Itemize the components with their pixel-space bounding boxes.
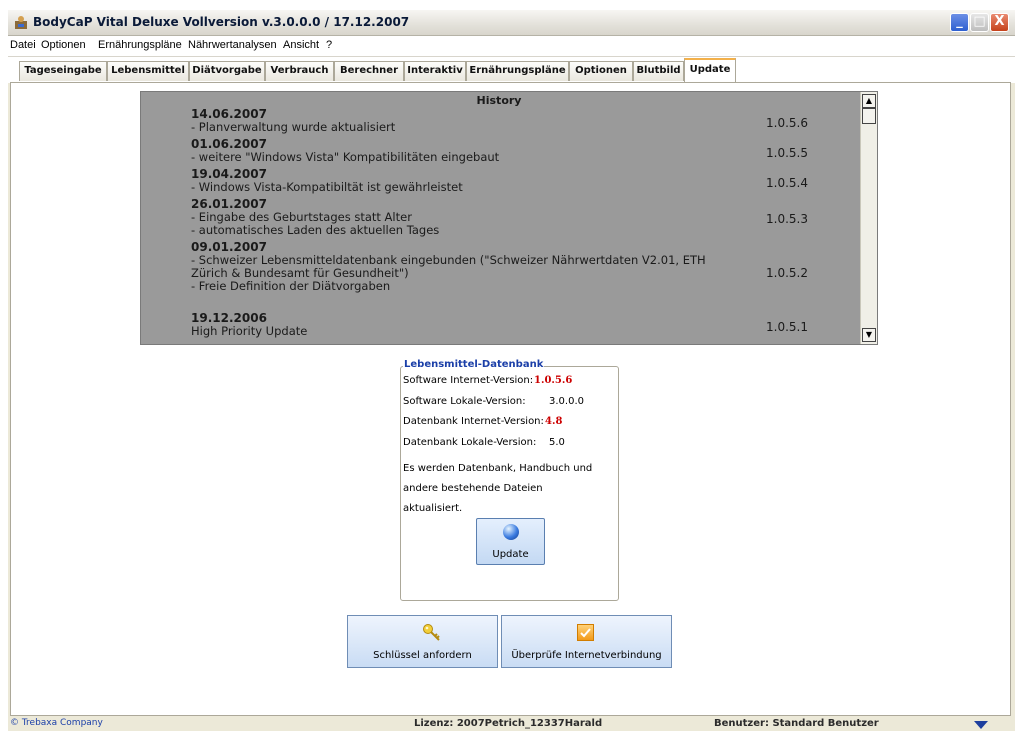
tab-blutbild[interactable]: Blutbild	[633, 61, 684, 81]
tab-optionen[interactable]: Optionen	[569, 61, 633, 81]
history-note: - Planverwaltung wurde aktualisiert	[191, 120, 396, 134]
tab-tageseingabe[interactable]: Tageseingabe	[19, 61, 107, 81]
history-version: 1.0.5.5	[766, 146, 808, 160]
tab-lebensmittel[interactable]: Lebensmittel	[107, 61, 189, 81]
close-button[interactable]: X	[990, 13, 1009, 32]
history-note: - weitere "Windows Vista" Kompatibilität…	[191, 150, 500, 164]
history-list[interactable]: History 14.06.2007 - Planverwaltung wurd…	[140, 91, 878, 345]
history-version: 1.0.5.4	[766, 176, 808, 190]
app-icon	[15, 16, 27, 29]
tab-ernaehrungsplaene[interactable]: Ernährungspläne	[466, 61, 569, 81]
history-entry: 19.04.2007 - Windows Vista-Kompatibiltät…	[191, 168, 761, 194]
chevron-down-icon[interactable]	[974, 721, 988, 729]
history-version: 1.0.5.6	[766, 116, 808, 130]
database-local-label: Datenbank Lokale-Version:	[403, 437, 537, 448]
update-button-label: Update	[492, 549, 529, 560]
info-line: andere bestehende Dateien	[403, 483, 543, 494]
database-local-value: 5.0	[549, 437, 565, 448]
menu-optionen[interactable]: Optionen	[41, 39, 86, 51]
globe-icon	[503, 524, 519, 540]
window-title: BodyCaP Vital Deluxe Vollversion v.3.0.0…	[33, 15, 410, 29]
company-link[interactable]: © Trebaxa Company	[10, 718, 103, 728]
key-icon	[423, 624, 440, 641]
update-button[interactable]: Update	[476, 518, 545, 565]
tab-diaetvorgabe[interactable]: Diätvorgabe	[189, 61, 265, 81]
menu-naehrwertanalysen[interactable]: Nährwertanalysen	[188, 39, 277, 51]
history-note: - automatisches Laden des aktuellen Tage…	[191, 223, 440, 237]
history-note: - Windows Vista-Kompatibiltät ist gewähr…	[191, 180, 463, 194]
update-info-text: Es werden Datenbank, Handbuch und andere…	[403, 459, 592, 519]
request-key-label: Schlüssel anfordern	[373, 650, 472, 661]
software-local-label: Software Lokale-Version:	[403, 396, 526, 407]
app-window: BodyCaP Vital Deluxe Vollversion v.3.0.0…	[8, 10, 1015, 731]
menu-datei[interactable]: Datei	[10, 39, 36, 51]
menu-ernaehrungsplaene[interactable]: Ernährungspläne	[98, 39, 182, 51]
menu-help[interactable]: ?	[326, 39, 332, 51]
history-version: 1.0.5.2	[766, 266, 808, 280]
title-bar[interactable]: BodyCaP Vital Deluxe Vollversion v.3.0.0…	[8, 10, 1015, 36]
info-line: Es werden Datenbank, Handbuch und	[403, 463, 593, 474]
history-title: History	[476, 94, 522, 107]
scroll-thumb[interactable]	[862, 108, 876, 124]
history-entry: 01.06.2007 - weitere "Windows Vista" Kom…	[191, 138, 761, 164]
check-connection-label: Überprüfe Internetverbindung	[511, 650, 662, 661]
history-note: - Freie Definition der Diätvorgaben	[191, 279, 391, 293]
menu-bar: Datei Optionen Ernährungspläne Nährwerta…	[8, 36, 1015, 57]
request-key-button[interactable]: Schlüssel anfordern	[347, 615, 498, 668]
group-title: Lebensmittel-Datenbank	[403, 359, 545, 370]
history-entry: 09.01.2007 - Schweizer Lebensmitteldaten…	[191, 241, 761, 293]
database-internet-label: Datenbank Internet-Version:	[403, 416, 544, 427]
check-connection-button[interactable]: Überprüfe Internetverbindung	[501, 615, 672, 668]
update-panel: History 14.06.2007 - Planverwaltung wurd…	[10, 82, 1011, 716]
tab-bar: Tageseingabe Lebensmittel Diätvorgabe Ve…	[8, 57, 1015, 83]
history-version: 1.0.5.1	[766, 320, 808, 334]
history-scrollbar[interactable]: ▲ ▼	[860, 92, 877, 344]
license-text: Lizenz: 2007Petrich_12337Harald	[414, 718, 603, 729]
tab-berechner[interactable]: Berechner	[334, 61, 404, 81]
minimize-button[interactable]: _	[950, 13, 969, 32]
tab-update[interactable]: Update	[684, 58, 736, 82]
database-internet-value: 4.8	[545, 416, 563, 427]
checkmark-icon	[577, 624, 594, 641]
menu-ansicht[interactable]: Ansicht	[283, 39, 319, 51]
history-entry: 26.01.2007 - Eingabe des Geburtstages st…	[191, 198, 761, 237]
status-bar: © Trebaxa Company Lizenz: 2007Petrich_12…	[8, 717, 1015, 731]
tab-verbrauch[interactable]: Verbrauch	[265, 61, 334, 81]
maximize-button[interactable]: □	[970, 13, 989, 32]
history-entry: 14.06.2007 - Planverwaltung wurde aktual…	[191, 108, 761, 134]
checkmark-glyph	[580, 628, 591, 638]
software-local-value: 3.0.0.0	[549, 396, 584, 407]
software-internet-value: 1.0.5.6	[534, 375, 573, 386]
scroll-up-icon[interactable]: ▲	[862, 94, 876, 108]
scroll-down-icon[interactable]: ▼	[862, 328, 876, 342]
history-version: 1.0.5.3	[766, 212, 808, 226]
info-line: aktualisiert.	[403, 503, 463, 514]
history-entry: 19.12.2006 High Priority Update	[191, 312, 761, 338]
tab-interaktiv[interactable]: Interaktiv	[404, 61, 466, 81]
software-internet-label: Software Internet-Version:	[403, 375, 534, 386]
user-text: Benutzer: Standard Benutzer	[714, 718, 879, 729]
database-groupbox: Lebensmittel-Datenbank Software Internet…	[400, 359, 619, 601]
history-note: High Priority Update	[191, 324, 308, 338]
